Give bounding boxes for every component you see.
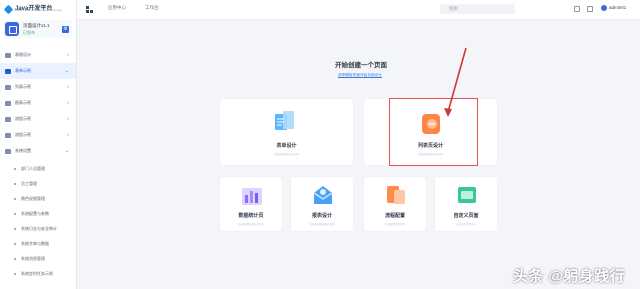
custom-page-icon: [458, 187, 476, 203]
page-root: Java开发平台 A JAVA RAPID DEVELOPMENT PLATFO…: [0, 0, 640, 289]
card-description: 快速构建数据统计页面: [238, 223, 264, 226]
chevron-right-icon: ›: [67, 52, 69, 58]
card-description: 快速构建数据报表页面: [309, 223, 335, 226]
app-icon: [5, 22, 19, 36]
sub-item[interactable]: 系统定时任务示例: [0, 266, 76, 281]
sidebar-item-label: 流程示例: [15, 132, 31, 137]
sub-item[interactable]: 系统配置与参数: [0, 206, 76, 221]
card-custom-page[interactable]: 自定义页面 自由组合页面布局: [434, 176, 498, 232]
form-icon: [275, 111, 294, 130]
sidebar-item-label: 系统设置: [15, 148, 31, 153]
workflow-icon: [387, 186, 405, 204]
card-title: 表单设计: [276, 143, 297, 149]
sub-item[interactable]: 部门人员管理: [0, 161, 76, 176]
sub-item-label: 系统消息管理: [21, 255, 45, 261]
sidebar-item-label: 列表示例: [15, 84, 31, 89]
folder-icon: [5, 52, 11, 58]
app-name: 页面设计v1.1: [23, 23, 50, 28]
top-header: 应用中心 工作台 搜索 admin01: [77, 0, 640, 20]
card-description: 快速构建各类表单页面: [273, 153, 299, 156]
bullet-icon: [14, 182, 16, 185]
bullet-icon: [14, 257, 16, 260]
sidebar-item-label: 流程示例: [15, 116, 31, 121]
card-report-design[interactable]: 报表设计 快速构建数据报表页面: [290, 176, 354, 232]
sub-item-label: 系统日志与安全审计: [21, 225, 57, 231]
user-name[interactable]: admin01: [609, 5, 626, 10]
bullet-icon: [14, 167, 16, 170]
sidebar-item-form-example[interactable]: 表单示例 ⌄: [0, 63, 76, 79]
settings-icon[interactable]: ⚙: [62, 26, 69, 33]
card-title: 数据统计页: [238, 213, 264, 219]
chart-icon: [242, 188, 262, 205]
folder-icon: [5, 100, 11, 106]
chevron-right-icon: ›: [67, 132, 69, 138]
sub-item-label: 角色权限管理: [21, 195, 45, 201]
chevron-down-icon: ⌄: [64, 148, 69, 154]
sub-item[interactable]: 角色权限管理: [0, 191, 76, 206]
sub-item[interactable]: 系统日志与安全审计: [0, 221, 76, 236]
tab-workbench[interactable]: 工作台: [145, 5, 159, 11]
sub-item[interactable]: 系统字典与数据: [0, 236, 76, 251]
sub-item[interactable]: 员工管理: [0, 176, 76, 191]
report-icon: [313, 186, 333, 204]
sidebar-item-chart-example[interactable]: 图表示例 ›: [0, 95, 76, 111]
sub-item-label: 系统配置与参数: [21, 210, 49, 216]
folder-icon: [5, 116, 11, 122]
bullet-icon: [14, 272, 16, 275]
card-data-statistics[interactable]: 数据统计页 快速构建数据统计页面: [219, 176, 283, 232]
sidebar: Java开发平台 A JAVA RAPID DEVELOPMENT PLATFO…: [0, 0, 77, 289]
logo-icon: [3, 4, 14, 14]
sidebar-item-list-example[interactable]: 列表示例 ›: [0, 79, 76, 95]
sub-item[interactable]: 系统消息管理: [0, 251, 76, 266]
chevron-right-icon: ›: [67, 116, 69, 122]
app-status: 已发布: [23, 30, 35, 35]
bullet-icon: [14, 212, 16, 215]
sidebar-item-flow-example[interactable]: 流程示例 ›: [0, 111, 76, 127]
sidebar-item-label: 表格设计: [15, 52, 31, 57]
card-description: 自由组合页面布局: [455, 223, 476, 226]
search-placeholder: 搜索: [449, 6, 458, 11]
bullet-icon: [14, 227, 16, 230]
sidebar-item-system-settings[interactable]: 系统设置 ⌄: [0, 143, 76, 159]
card-workflow-config[interactable]: 流程配置 快速配置审批流程: [363, 176, 427, 232]
chevron-right-icon: ›: [67, 84, 69, 90]
sub-item-label: 部门人员管理: [21, 165, 45, 171]
folder-icon: [5, 148, 11, 154]
bullet-icon: [14, 197, 16, 200]
sub-item-label: 员工管理: [21, 180, 37, 186]
app-switcher-icon[interactable]: [86, 6, 93, 13]
sidebar-submenu: 部门人员管理 员工管理 角色权限管理 系统配置与参数 系统日志与安全审计 系统字…: [0, 161, 76, 281]
card-title: 流程配置: [384, 213, 405, 219]
card-title: 报表设计: [311, 213, 332, 219]
folder-icon: [5, 68, 11, 74]
sidebar-item-label: 图表示例: [15, 100, 31, 105]
highlight-box: [389, 98, 478, 166]
app-card[interactable]: 页面设计v1.1 已发布 ⚙: [4, 20, 72, 38]
template-link[interactable]: 选择模板快速开始页面设计: [332, 73, 388, 78]
sidebar-item-table-design[interactable]: 表格设计 ›: [0, 47, 76, 63]
bullet-icon: [14, 242, 16, 245]
page-title: 开始创建一个页面: [335, 62, 387, 69]
watermark: 头条 @躬身践行: [513, 268, 625, 285]
sub-item-label: 系统字典与数据: [21, 240, 49, 246]
folder-icon: [5, 132, 11, 138]
sub-item-label: 系统定时任务示例: [21, 270, 53, 276]
search-input[interactable]: 搜索: [440, 4, 515, 14]
avatar[interactable]: [601, 5, 607, 11]
chevron-down-icon: ⌄: [64, 68, 69, 74]
sidebar-menu: 表格设计 › 表单示例 ⌄ 列表示例 › 图表示例 › 流程示例 › 流程示例 …: [0, 47, 76, 281]
card-title: 自定义页面: [453, 213, 479, 219]
sidebar-item-label: 表单示例: [15, 68, 31, 73]
sidebar-item-flow-example-2[interactable]: 流程示例 ›: [0, 127, 76, 143]
notification-icon[interactable]: [574, 6, 580, 12]
logo: Java开发平台: [3, 3, 70, 15]
card-form-design[interactable]: 表单设计 快速构建各类表单页面: [219, 98, 354, 166]
folder-icon: [5, 84, 11, 90]
message-icon[interactable]: [587, 6, 593, 12]
chevron-right-icon: ›: [67, 100, 69, 106]
tab-app-center[interactable]: 应用中心: [108, 5, 126, 11]
logo-subtitle: A JAVA RAPID DEVELOPMENT PLATFORM: [14, 10, 63, 12]
card-description: 快速配置审批流程: [384, 223, 405, 226]
